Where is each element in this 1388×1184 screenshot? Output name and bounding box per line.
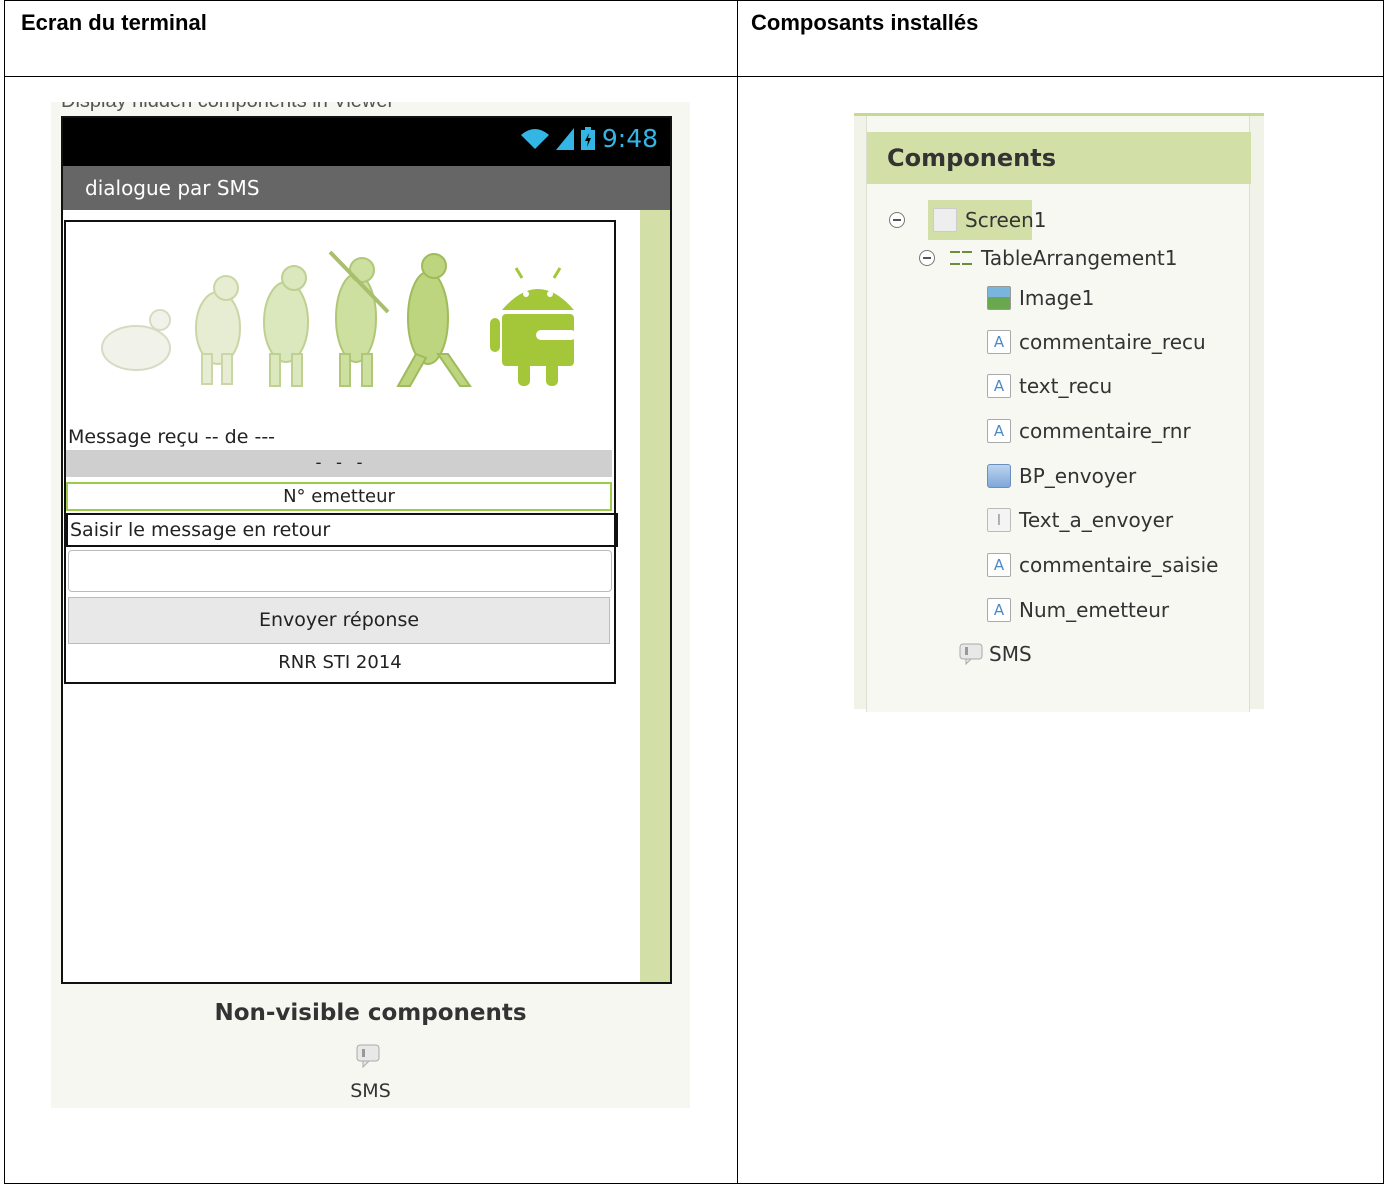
tree-node-text-a-envoyer[interactable]: I Text_a_envoyer (987, 508, 1173, 532)
tree-label-tablearrangement1: TableArrangement1 (981, 246, 1178, 270)
tree-node-image1[interactable]: Image1 (987, 286, 1094, 310)
tree-label-commentaire-rnr: commentaire_rnr (1019, 419, 1191, 443)
textbox-icon: I (987, 508, 1011, 532)
label-icon: A (987, 374, 1011, 398)
components-panel: Components Screen1 TableArrangement1 Ima… (854, 113, 1264, 712)
tree-node-commentaire-saisie[interactable]: A commentaire_saisie (987, 553, 1218, 577)
table-header-row: Ecran du terminal Composants installés (5, 1, 1383, 77)
column-divider (737, 1, 738, 1183)
tree-node-tablearrangement1[interactable]: TableArrangement1 (919, 246, 1177, 270)
nonvisible-components-title: Non-visible components (214, 1000, 527, 1026)
status-icons: 9:48 (520, 124, 658, 153)
header-terminal-screen: Ecran du terminal (21, 10, 207, 35)
sms-icon (356, 1044, 380, 1068)
tree-node-text-recu[interactable]: A text_recu (987, 374, 1112, 398)
sms-icon (959, 643, 983, 665)
evolution-image (101, 250, 576, 387)
screen1-area: Message reçu -- de --- - - - N° emetteur… (63, 210, 640, 982)
label-icon: A (987, 419, 1011, 443)
tree-node-commentaire-rnr[interactable]: A commentaire_rnr (987, 419, 1191, 443)
app-title-bar: dialogue par SMS (63, 166, 670, 210)
components-title: Components (887, 144, 1056, 172)
table-arrangement: Message reçu -- de --- - - - N° emetteur… (64, 220, 618, 684)
image-icon (987, 286, 1011, 310)
collapse-icon[interactable] (919, 250, 935, 266)
viewer-scroll-strip (640, 210, 670, 982)
commentaire-saisie-label: Saisir le message en retour (66, 513, 618, 547)
nonvisible-sms-label[interactable]: SMS (51, 1080, 690, 1102)
text-a-envoyer-input[interactable] (68, 550, 612, 592)
hidden-components-checkbox-label[interactable]: Display hidden components in Viewer (61, 102, 394, 113)
tree-label-sms: SMS (989, 642, 1032, 666)
designer-viewer: Display hidden components in Viewer 9:48… (51, 102, 690, 1108)
label-icon: A (987, 330, 1011, 354)
tree-node-commentaire-recu[interactable]: A commentaire_recu (987, 330, 1206, 354)
label-icon: A (987, 598, 1011, 622)
tree-label-text-a-envoyer: Text_a_envoyer (1019, 508, 1174, 532)
envoyer-reponse-button[interactable]: Envoyer réponse (68, 597, 610, 644)
header-installed-components: Composants installés (751, 10, 979, 35)
tree-label-image1: Image1 (1019, 286, 1095, 310)
commentaire-rnr-label: RNR STI 2014 (278, 652, 402, 673)
tree-node-bp-envoyer[interactable]: BP_envoyer (987, 464, 1136, 488)
tree-node-sms[interactable]: SMS (959, 642, 1032, 666)
button-icon (987, 464, 1011, 488)
tree-node-num-emetteur[interactable]: A Num_emetteur (987, 598, 1169, 622)
battery-icon (580, 126, 596, 151)
tree-label-text-recu: text_recu (1019, 374, 1113, 398)
tree-label-commentaire-saisie: commentaire_saisie (1019, 553, 1219, 577)
num-emetteur-label: N° emetteur (66, 482, 612, 511)
components-header: Components (867, 132, 1251, 184)
components-panel-inner: Components Screen1 TableArrangement1 Ima… (866, 116, 1251, 712)
collapse-icon[interactable] (889, 212, 905, 228)
wifi-icon (520, 127, 550, 151)
table-arrangement-icon (949, 246, 973, 270)
status-time: 9:48 (601, 124, 658, 153)
app-title: dialogue par SMS (85, 176, 260, 200)
tree-label-bp-envoyer: BP_envoyer (1019, 464, 1137, 488)
text-recu-label: - - - (66, 450, 612, 477)
phone-preview: 9:48 dialogue par SMS Message reçu -- de… (61, 116, 672, 984)
tree-label-screen1: Screen1 (965, 208, 1047, 232)
commentaire-recu-label: Message reçu -- de --- (68, 426, 276, 448)
tree-label-num-emetteur: Num_emetteur (1019, 598, 1170, 622)
status-bar: 9:48 (63, 118, 670, 166)
tree-label-commentaire-recu: commentaire_recu (1019, 330, 1206, 354)
label-icon: A (987, 553, 1011, 577)
signal-icon (555, 127, 574, 150)
screen-icon (933, 208, 957, 232)
tree-node-screen1[interactable]: Screen1 (889, 208, 1046, 232)
